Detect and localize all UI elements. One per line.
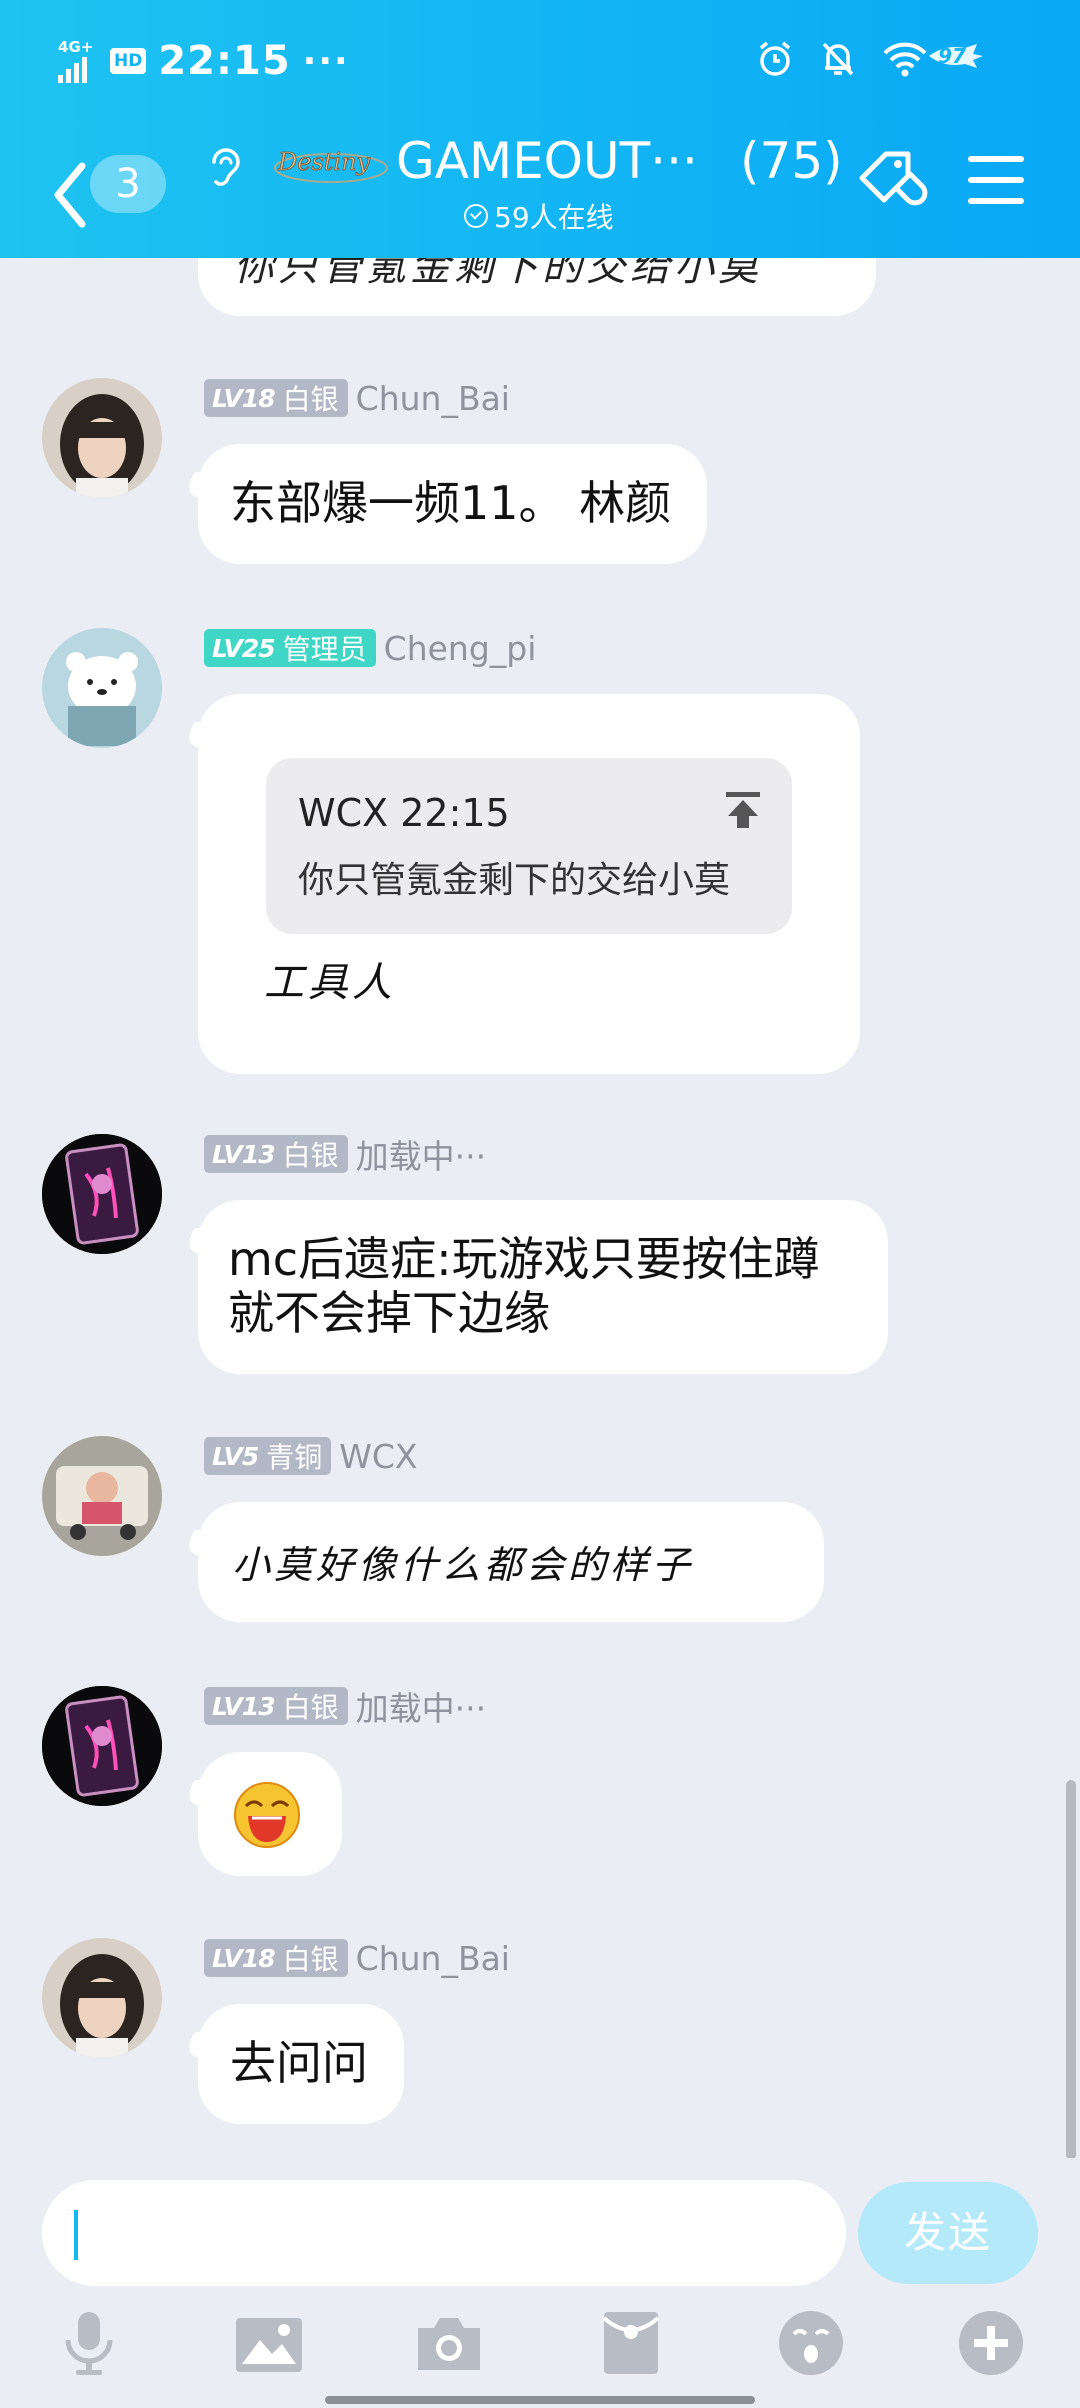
sender-meta: LV13 白银 加载中··· (204, 1686, 486, 1728)
avatar[interactable] (42, 1938, 162, 2058)
mute-bell-icon (822, 42, 854, 76)
message-bubble[interactable] (198, 1752, 342, 1876)
sender-meta: LV18 白银 Chun_Bai (204, 378, 510, 418)
username[interactable]: Cheng_pi (384, 629, 537, 668)
hd-badge: HD (110, 48, 147, 74)
laughing-emoji-icon (234, 1782, 300, 1848)
username[interactable]: Chun_Bai (356, 1939, 510, 1978)
sender-meta: LV18 白银 Chun_Bai (204, 1938, 510, 1978)
camera-icon[interactable] (414, 2308, 484, 2378)
username[interactable]: 加载中··· (356, 1682, 486, 1730)
quoted-message[interactable]: WCX 22:15 你只管氪金剩下的交给小莫 (266, 758, 792, 934)
avatar[interactable] (42, 1436, 162, 1556)
message-bubble[interactable]: 你只管氪金剩下的交给小莫 (198, 258, 876, 316)
red-envelope-icon[interactable] (596, 2308, 666, 2378)
message-input[interactable] (42, 2180, 846, 2286)
avatar[interactable] (42, 378, 162, 498)
composer-toolbar (0, 2308, 1080, 2388)
level-badge: LV18 白银 (204, 379, 348, 417)
chat-header: 4G+ HD 22:15 ··· 97 3 Destiny GAMEOUT···… (0, 0, 1080, 258)
send-button[interactable]: 发送 (858, 2182, 1038, 2284)
plus-icon[interactable] (956, 2308, 1026, 2378)
microphone-icon[interactable] (54, 2308, 124, 2378)
svg-text:Destiny: Destiny (277, 148, 371, 176)
message-list[interactable]: 你只管氪金剩下的交给小莫 LV18 白银 Chun_Bai 东部爆一频11。 林颜 (0, 258, 1080, 2158)
sender-meta: LV13 白银 加载中··· (204, 1134, 486, 1176)
group-logo: Destiny (274, 148, 388, 183)
signal-icon: 4G+ (58, 39, 98, 83)
avatar[interactable] (42, 1134, 162, 1254)
home-indicator[interactable] (325, 2396, 755, 2404)
group-name[interactable]: GAMEOUT··· (396, 132, 698, 190)
unread-badge[interactable]: 3 (90, 155, 166, 213)
image-icon[interactable] (234, 2308, 304, 2378)
clock: 22:15 (158, 38, 291, 84)
username[interactable]: Chun_Bai (356, 379, 510, 418)
username[interactable]: 加载中··· (356, 1130, 486, 1178)
ear-icon[interactable] (206, 146, 244, 190)
level-badge: LV18 白银 (204, 1939, 348, 1977)
battery-level: 97 (938, 44, 966, 68)
tag-icon[interactable] (856, 148, 936, 218)
avatar[interactable] (42, 628, 162, 748)
sender-meta: LV25 管理员 Cheng_pi (204, 628, 536, 668)
level-badge: LV13 白银 (204, 1687, 348, 1725)
online-status[interactable]: 59人在线 (464, 196, 614, 236)
status-bar: 4G+ HD 22:15 ··· 97 (0, 0, 1080, 120)
more-notifications: ··· (302, 40, 350, 82)
back-button[interactable] (44, 150, 98, 240)
level-badge: LV13 白银 (204, 1135, 348, 1173)
composer: 发送 (0, 2158, 1080, 2408)
member-count[interactable]: (75) (740, 132, 843, 190)
message-bubble[interactable]: mc后遗症:玩游戏只要按住蹲就不会掉下边缘 (198, 1200, 888, 1374)
jump-to-top-icon[interactable] (724, 790, 762, 830)
menu-button[interactable] (968, 156, 1024, 204)
level-badge: LV5 青铜 (204, 1437, 332, 1475)
message-bubble[interactable]: WCX 22:15 你只管氪金剩下的交给小莫 工具人 (198, 694, 860, 1074)
level-badge: LV25 管理员 (204, 629, 376, 667)
sender-meta: LV5 青铜 WCX (204, 1436, 418, 1476)
message-bubble[interactable]: 东部爆一频11。 林颜 (198, 444, 708, 564)
avatar[interactable] (42, 1686, 162, 1806)
online-check-icon (464, 204, 488, 228)
emoji-icon[interactable] (776, 2308, 846, 2378)
message-bubble[interactable]: 小莫好像什么都会的样子 (198, 1502, 824, 1622)
scrollbar[interactable] (1066, 1780, 1076, 2158)
username[interactable]: WCX (339, 1437, 417, 1476)
message-bubble[interactable]: 去问问 (198, 2004, 404, 2124)
text-caret (74, 2210, 78, 2260)
alarm-icon (759, 41, 791, 76)
